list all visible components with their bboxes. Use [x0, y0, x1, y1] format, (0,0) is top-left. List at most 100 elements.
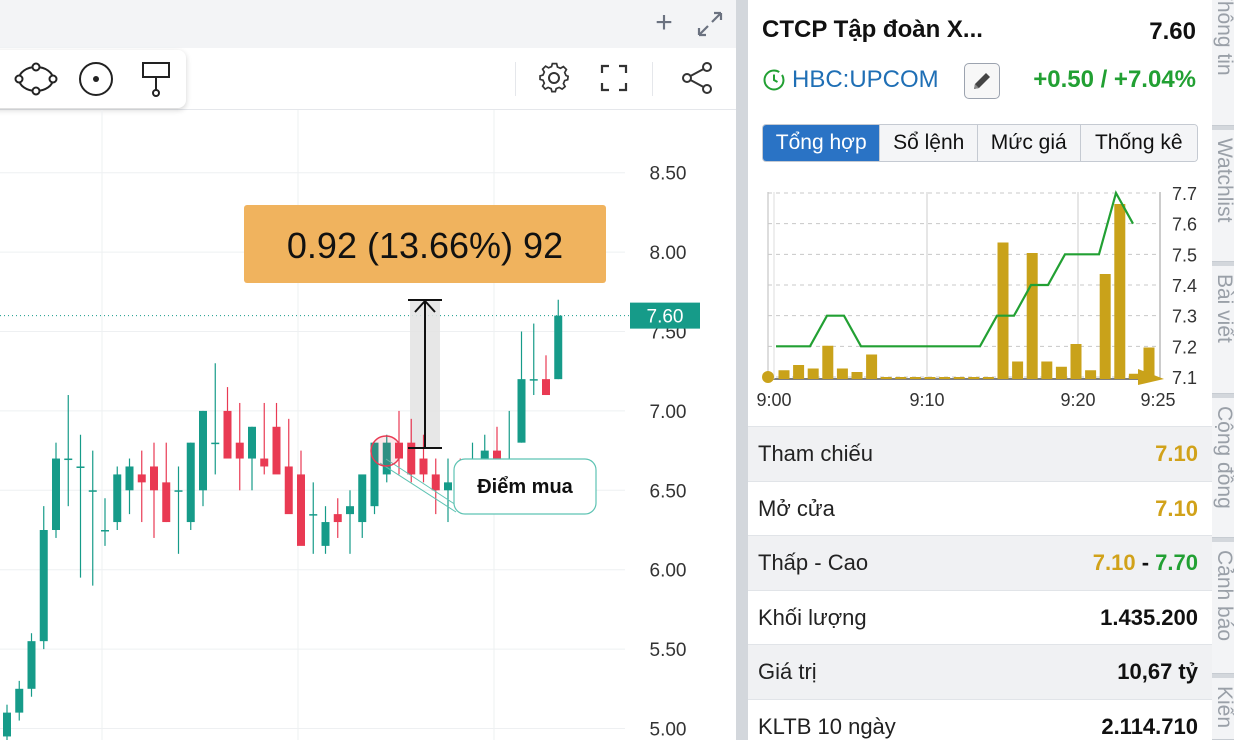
- side-tab-cong-dong[interactable]: Cộng đồng: [1212, 398, 1234, 538]
- volume-bar: [880, 377, 892, 379]
- avg-volume-10d: 2.114.710: [1101, 713, 1198, 739]
- candle-body: [419, 458, 428, 475]
- candlestick-chart[interactable]: 8.508.007.507.006.506.005.505.000.92 (13…: [0, 110, 736, 740]
- volume-bar: [1114, 204, 1126, 379]
- intraday-x-tick-label: 9:20: [1060, 390, 1095, 410]
- measure-label-text: 0.92 (13.66%) 92: [287, 225, 563, 266]
- candle-body: [272, 426, 281, 475]
- candle-body: [27, 641, 36, 689]
- volume-bar: [1055, 366, 1067, 379]
- side-tab-bai-viet[interactable]: Bài viết: [1212, 266, 1234, 394]
- candle-body: [529, 379, 538, 381]
- edit-button[interactable]: [964, 63, 1000, 99]
- candle-body: [15, 688, 24, 713]
- candle-body: [260, 458, 269, 467]
- volume-bar: [997, 242, 1009, 379]
- toolbar-separator: [652, 62, 653, 96]
- candle-body: [113, 474, 122, 523]
- expand-arrows-icon[interactable]: [694, 8, 726, 40]
- stat-row-reference: Tham chiếu 7.10: [748, 426, 1212, 481]
- volume-bar: [822, 345, 834, 379]
- y-axis-tick-label: 8.50: [650, 164, 687, 185]
- tab-so-lenh[interactable]: Sổ lệnh: [880, 125, 978, 161]
- volume-bar: [793, 365, 805, 379]
- candle-body: [493, 450, 501, 459]
- info-tabs: Tổng hợp Sổ lệnh Mức giá Thống kê: [762, 124, 1198, 162]
- candle-body: [88, 490, 97, 492]
- tab-tong-hop[interactable]: Tổng hợp: [763, 125, 881, 161]
- plus-icon[interactable]: +: [648, 8, 680, 40]
- candle-body: [223, 410, 232, 459]
- candle-body: [358, 474, 367, 523]
- clock-icon: [762, 68, 786, 92]
- stat-row-avg-volume: KLTB 10 ngày 2.114.710: [748, 698, 1212, 740]
- intraday-y-tick-label: 7.4: [1172, 276, 1197, 296]
- candle-body: [52, 458, 60, 530]
- volume-bar: [1026, 253, 1038, 379]
- candle-body: [39, 530, 48, 642]
- stock-info-panel: CTCP Tập đoàn X... 7.60 HBC:UPCOM +0.50 …: [748, 0, 1212, 740]
- intraday-y-tick-label: 7.5: [1172, 245, 1197, 265]
- circle-point-tool-icon[interactable]: [74, 57, 118, 101]
- candle-body: [211, 442, 220, 445]
- current-price-tag-label: 7.60: [647, 307, 684, 328]
- range-separator: -: [1141, 550, 1150, 575]
- last-price: 7.60: [1149, 18, 1196, 45]
- volume-bar: [924, 377, 936, 379]
- stats-table: Tham chiếu 7.10 Mở cửa 7.10 Thấp - Cao 7…: [748, 426, 1212, 740]
- candle-body: [76, 466, 85, 468]
- volume-bar: [866, 354, 878, 379]
- candle-body: [309, 514, 318, 516]
- side-tab-label: Watchlist: [1213, 138, 1234, 223]
- ticker-symbol[interactable]: HBC:UPCOM: [792, 66, 939, 94]
- flag-marker-tool-icon[interactable]: [134, 57, 178, 101]
- panel-divider[interactable]: [736, 0, 748, 740]
- side-tabs: Thông tin Watchlist Bài viết Cộng đồng C…: [1212, 0, 1234, 740]
- candle-body: [162, 482, 171, 523]
- side-tab-label: Bài viết: [1213, 274, 1234, 343]
- side-tab-canh-bao[interactable]: Cảnh báo: [1212, 542, 1234, 674]
- candle-body: [101, 530, 109, 532]
- candle-body: [235, 442, 244, 459]
- side-tab-kien[interactable]: Kiến: [1212, 678, 1234, 740]
- reference-price: 7.10: [1155, 441, 1198, 466]
- volume-bar: [953, 377, 965, 379]
- stat-row-low-high: Thấp - Cao 7.10 - 7.70: [748, 535, 1212, 590]
- volume-bar: [807, 368, 819, 379]
- volume-bar: [895, 377, 907, 379]
- y-axis-tick-label: 8.00: [650, 243, 687, 264]
- volume-bar: [982, 377, 994, 379]
- stat-label: KLTB 10 ngày: [758, 713, 896, 739]
- stat-label: Tham chiếu: [758, 441, 873, 466]
- candle-body: [542, 379, 550, 396]
- fullscreen-icon[interactable]: [592, 56, 636, 100]
- candle-body: [64, 458, 73, 461]
- stat-row-volume: Khối lượng 1.435.200: [748, 589, 1212, 645]
- ellipse-tool-icon[interactable]: [14, 57, 58, 101]
- share-icon[interactable]: [676, 56, 720, 100]
- candle-body: [284, 466, 293, 515]
- settings-gear-icon[interactable]: [532, 56, 576, 100]
- volume-bar: [1070, 344, 1082, 379]
- side-tab-watchlist[interactable]: Watchlist: [1212, 130, 1234, 262]
- side-tab-thong-tin[interactable]: Thông tin: [1212, 0, 1234, 126]
- high-price: 7.70: [1155, 550, 1198, 575]
- volume-bar: [836, 368, 848, 379]
- candle-body: [346, 506, 354, 515]
- tab-thong-ke[interactable]: Thống kê: [1080, 125, 1197, 161]
- intraday-chart[interactable]: 7.7 7.6 7.5 7.4 7.3 7.2 7.1 9:00 9:10 9:20 9:25: [748, 172, 1212, 422]
- pencil-icon: [974, 73, 990, 89]
- tab-muc-gia[interactable]: Mức giá: [978, 125, 1081, 161]
- candle-body: [333, 514, 342, 523]
- price-change: +0.50 / +7.04%: [1033, 66, 1196, 93]
- side-tab-label: Cộng đồng: [1213, 406, 1234, 509]
- chart-panel: + 8.50 8.00 7.50 7.00 6.50 6.00 5.50 5.0…: [0, 0, 736, 740]
- drawing-tools-panel: [0, 50, 186, 108]
- volume-bar: [1012, 361, 1024, 379]
- candle-body: [174, 490, 183, 492]
- side-tab-label: Thông tin: [1213, 0, 1234, 76]
- side-tab-label: Kiến: [1213, 686, 1234, 729]
- intraday-price-line: [776, 190, 1134, 348]
- stat-row-open: Mở cửa 7.10: [748, 480, 1212, 536]
- candle-body: [199, 410, 207, 491]
